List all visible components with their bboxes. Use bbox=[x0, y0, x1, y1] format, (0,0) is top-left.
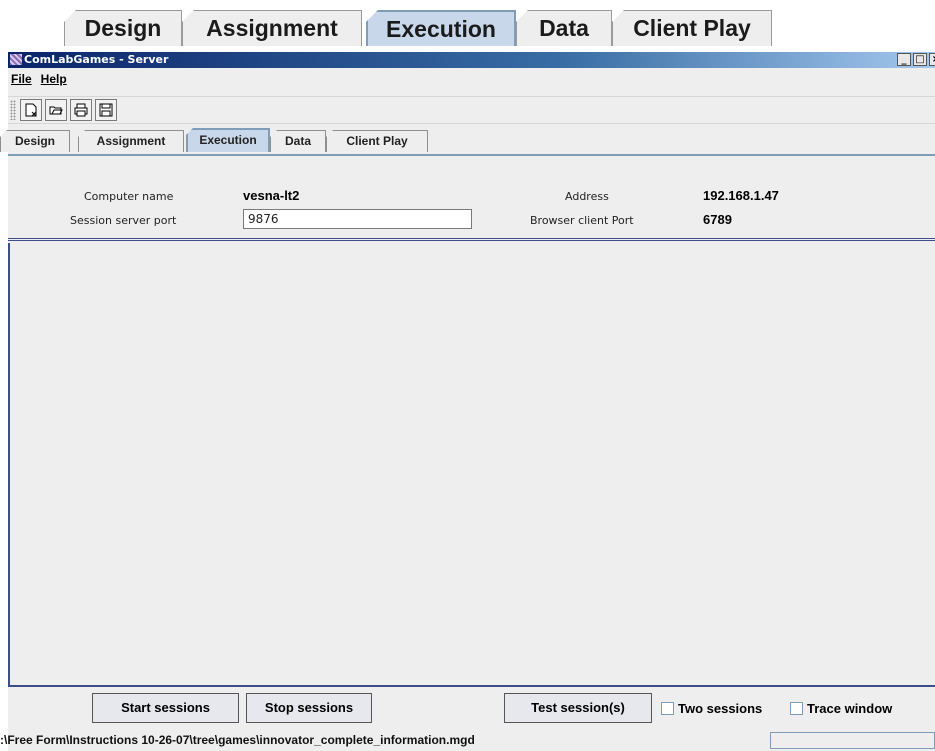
title-bar: ComLabGames - Server _ □ × bbox=[8, 52, 935, 68]
two-sessions-checkbox[interactable]: Two sessions bbox=[661, 701, 762, 716]
top-tab-data[interactable]: Data bbox=[516, 10, 612, 46]
trace-window-box[interactable] bbox=[790, 702, 803, 715]
session-port-input[interactable] bbox=[243, 209, 472, 229]
start-sessions-button[interactable]: Start sessions bbox=[92, 693, 239, 723]
tab-bar: Design Assignment Execution Data Client … bbox=[0, 128, 935, 156]
toolbar bbox=[8, 96, 935, 124]
new-button[interactable] bbox=[20, 99, 42, 121]
print-icon bbox=[74, 103, 88, 117]
session-output-area bbox=[8, 243, 935, 687]
two-sessions-box[interactable] bbox=[661, 702, 674, 715]
tab-assignment[interactable]: Assignment bbox=[78, 130, 184, 152]
status-field bbox=[770, 732, 935, 749]
top-tab-client-play[interactable]: Client Play bbox=[612, 10, 772, 46]
address-value: 192.168.1.47 bbox=[703, 188, 779, 203]
top-tab-execution[interactable]: Execution bbox=[366, 10, 516, 46]
tab-client-play[interactable]: Client Play bbox=[326, 130, 428, 152]
computer-name-label: Computer name bbox=[84, 190, 174, 203]
tab-design[interactable]: Design bbox=[0, 130, 70, 152]
stop-sessions-button[interactable]: Stop sessions bbox=[246, 693, 372, 723]
status-bar: :\Free Form\Instructions 10-26-07\tree\g… bbox=[0, 731, 935, 751]
save-button[interactable] bbox=[95, 99, 117, 121]
trace-window-checkbox[interactable]: Trace window bbox=[790, 701, 892, 716]
window-controls: _ □ × bbox=[897, 53, 935, 67]
server-info-panel: Computer name vesna-lt2 Session server p… bbox=[8, 178, 935, 241]
window-title: ComLabGames - Server bbox=[24, 53, 169, 66]
open-button[interactable] bbox=[45, 99, 67, 121]
tab-data[interactable]: Data bbox=[270, 130, 326, 152]
status-file-path: :\Free Form\Instructions 10-26-07\tree\g… bbox=[0, 733, 475, 747]
tab-execution[interactable]: Execution bbox=[186, 128, 270, 152]
test-sessions-button[interactable]: Test session(s) bbox=[504, 693, 652, 723]
bottom-action-bar: Start sessions Stop sessions Test sessio… bbox=[8, 689, 935, 729]
browser-port-label: Browser client Port bbox=[530, 214, 634, 227]
browser-port-value: 6789 bbox=[703, 212, 732, 227]
close-button[interactable]: × bbox=[929, 53, 935, 66]
maximize-button[interactable]: □ bbox=[913, 53, 927, 66]
top-tab-assignment[interactable]: Assignment bbox=[182, 10, 362, 46]
address-label: Address bbox=[565, 190, 609, 203]
print-button[interactable] bbox=[70, 99, 92, 121]
toolbar-grip[interactable] bbox=[10, 100, 16, 120]
top-tab-design[interactable]: Design bbox=[64, 10, 182, 46]
save-icon bbox=[99, 103, 113, 117]
minimize-button[interactable]: _ bbox=[897, 53, 911, 66]
menu-bar: File Help bbox=[8, 68, 935, 90]
computer-name-value: vesna-lt2 bbox=[243, 188, 300, 203]
menu-help[interactable]: Help bbox=[38, 72, 73, 86]
server-window: ComLabGames - Server _ □ × File Help Des… bbox=[0, 52, 935, 751]
new-icon bbox=[25, 103, 37, 117]
session-port-label: Session server port bbox=[70, 214, 177, 227]
trace-window-label: Trace window bbox=[807, 701, 893, 716]
app-icon bbox=[10, 54, 22, 65]
two-sessions-label: Two sessions bbox=[678, 701, 763, 716]
open-icon bbox=[49, 106, 63, 115]
menu-file[interactable]: File bbox=[8, 72, 38, 86]
